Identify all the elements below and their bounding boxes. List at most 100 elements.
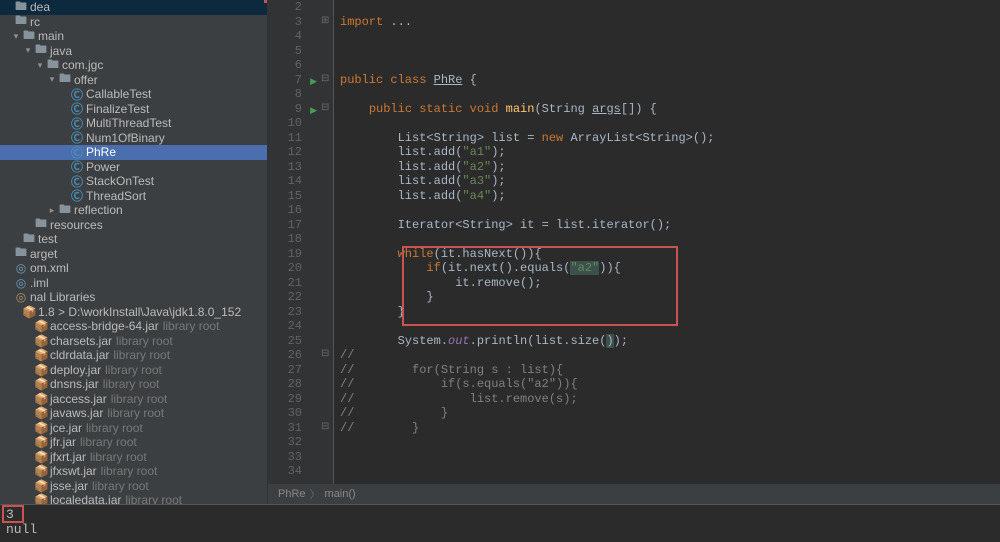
tree-item[interactable]: 📦jaccess.jarlibrary root <box>0 392 267 407</box>
jar-icon: 📦 <box>34 406 48 420</box>
line-number: 26 <box>268 348 320 363</box>
breadcrumb-method[interactable]: main() <box>325 488 356 500</box>
tree-item-label: StackOnTest <box>86 174 154 188</box>
tree-item[interactable]: 📦access-bridge-64.jarlibrary root <box>0 319 267 334</box>
tree-item[interactable]: 📦jfxrt.jarlibrary root <box>0 450 267 465</box>
line-number: 19 <box>268 247 320 262</box>
tree-item[interactable]: 📦cldrdata.jarlibrary root <box>0 348 267 363</box>
tree-item[interactable]: 🖿dea <box>0 0 267 15</box>
tree-item-label: localedata.jar <box>50 493 121 504</box>
line-number: 11 <box>268 131 320 146</box>
tree-item[interactable]: ◎.iml <box>0 276 267 291</box>
breadcrumbs[interactable]: PhRe 〉 main() <box>268 484 1000 504</box>
tree-item[interactable]: ⒸNum1OfBinary <box>0 131 267 146</box>
tree-item-label: om.xml <box>30 261 69 275</box>
tree-item[interactable]: 📦jce.jarlibrary root <box>0 421 267 436</box>
xml-icon: ◎ <box>14 261 28 275</box>
tree-item-label: Num1OfBinary <box>86 131 165 145</box>
fold-column[interactable]: ⊞ ⊟ ⊟ ⊟ ⊟ <box>320 0 334 504</box>
code-editor[interactable]: 234567▶89▶101112131415161718192021222324… <box>268 0 1000 504</box>
tree-item[interactable]: 📦1.8 > D:\workInstall\Java\jdk1.8.0_152 <box>0 305 267 320</box>
line-number: 25 <box>268 334 320 349</box>
tree-item[interactable]: 🖿resources <box>0 218 267 233</box>
line-number: 31 <box>268 421 320 436</box>
tree-item[interactable]: ⒸPhRe <box>0 145 267 160</box>
tree-item-label: offer <box>74 73 98 87</box>
fold-toggle-icon[interactable]: ⊟ <box>321 102 329 114</box>
console-line: 3 <box>6 507 994 522</box>
tree-item[interactable]: 🖿arget <box>0 247 267 262</box>
line-number: 29 <box>268 392 320 407</box>
tree-item-label: resources <box>50 218 103 232</box>
tree-item[interactable]: ▾🖿com.jgc <box>0 58 267 73</box>
line-number: 18 <box>268 232 320 247</box>
tree-item[interactable]: ⒸCallableTest <box>0 87 267 102</box>
library-note: library root <box>92 479 149 493</box>
library-note: library root <box>103 377 160 391</box>
tree-item[interactable]: ◎nal Libraries <box>0 290 267 305</box>
console-output[interactable]: 3 null <box>0 505 1000 542</box>
line-number: 23 <box>268 305 320 320</box>
tree-item[interactable]: 📦deploy.jarlibrary root <box>0 363 267 378</box>
code-content[interactable]: import ... public class PhRe { public st… <box>334 0 1000 504</box>
jar-icon: 📦 <box>34 479 48 493</box>
tree-item[interactable]: 🖿test <box>0 232 267 247</box>
line-number: 17 <box>268 218 320 233</box>
line-number: 33 <box>268 450 320 465</box>
expand-arrow-icon[interactable]: ▾ <box>48 74 56 85</box>
expand-arrow-icon[interactable]: ▾ <box>24 45 32 56</box>
jar-icon: 📦 <box>34 363 48 377</box>
xml-icon: ◎ <box>14 276 28 290</box>
tree-item[interactable]: ◎om.xml <box>0 261 267 276</box>
highlight-annotation <box>2 505 24 523</box>
tree-item[interactable]: 📦javaws.jarlibrary root <box>0 406 267 421</box>
tree-item[interactable]: 📦jfxswt.jarlibrary root <box>0 464 267 479</box>
tree-item-label: FinalizeTest <box>86 102 149 116</box>
tree-item[interactable]: 📦charsets.jarlibrary root <box>0 334 267 349</box>
tree-item-label: test <box>38 232 57 246</box>
tree-item[interactable]: ▾🖿java <box>0 44 267 59</box>
tree-item[interactable]: ⒸMultiThreadTest <box>0 116 267 131</box>
tree-item-label: jfr.jar <box>50 435 76 449</box>
tree-item-label: jaccess.jar <box>50 392 107 406</box>
fold-toggle-icon[interactable]: ⊞ <box>321 15 329 27</box>
fold-toggle-icon[interactable]: ⊟ <box>321 348 329 360</box>
tree-item[interactable]: 📦localedata.jarlibrary root <box>0 493 267 504</box>
jar-icon: 📦 <box>34 334 48 348</box>
jar-icon: 📦 <box>34 392 48 406</box>
library-note: library root <box>105 363 162 377</box>
library-note: library root <box>101 464 158 478</box>
tree-item[interactable]: ⒸThreadSort <box>0 189 267 204</box>
library-note: library root <box>80 435 137 449</box>
fold-toggle-icon[interactable]: ⊟ <box>321 73 329 85</box>
line-number: 24 <box>268 319 320 334</box>
tree-item-label: CallableTest <box>86 87 151 101</box>
tree-item[interactable]: 🖿rc <box>0 15 267 30</box>
tree-item-label: PhRe <box>86 145 116 159</box>
expand-arrow-icon[interactable]: ▾ <box>36 60 44 71</box>
tree-item[interactable]: ⒸFinalizeTest <box>0 102 267 117</box>
jar-icon: 📦 <box>34 421 48 435</box>
tree-item[interactable]: 📦jfr.jarlibrary root <box>0 435 267 450</box>
line-number: 7▶ <box>268 73 320 88</box>
line-number: 14 <box>268 174 320 189</box>
jar-icon: 📦 <box>34 450 48 464</box>
lib-icon: ◎ <box>14 290 28 304</box>
tree-item[interactable]: 📦jsse.jar library root <box>0 479 267 494</box>
expand-arrow-icon[interactable]: ▸ <box>48 205 56 216</box>
tree-item[interactable]: 📦dnsns.jarlibrary root <box>0 377 267 392</box>
tree-item-label: Power <box>86 160 120 174</box>
tree-item-label: jsse.jar <box>50 479 88 493</box>
breadcrumb-class[interactable]: PhRe <box>278 488 306 500</box>
tree-item[interactable]: ⒸPower <box>0 160 267 175</box>
library-note: library root <box>163 319 220 333</box>
tree-item[interactable]: ▾🖿offer <box>0 73 267 88</box>
tree-item[interactable]: ⒸStackOnTest <box>0 174 267 189</box>
expand-arrow-icon[interactable]: ▾ <box>12 31 20 42</box>
tree-item-label: MultiThreadTest <box>86 116 171 130</box>
project-tree[interactable]: 🖿dea🖿rc▾🖿main▾🖿java▾🖿com.jgc▾🖿offerⒸCall… <box>0 0 268 504</box>
jar-icon: 📦 <box>34 377 48 391</box>
line-number: 3 <box>268 15 320 30</box>
library-note: library root <box>125 493 182 504</box>
fold-toggle-icon[interactable]: ⊟ <box>321 421 329 433</box>
